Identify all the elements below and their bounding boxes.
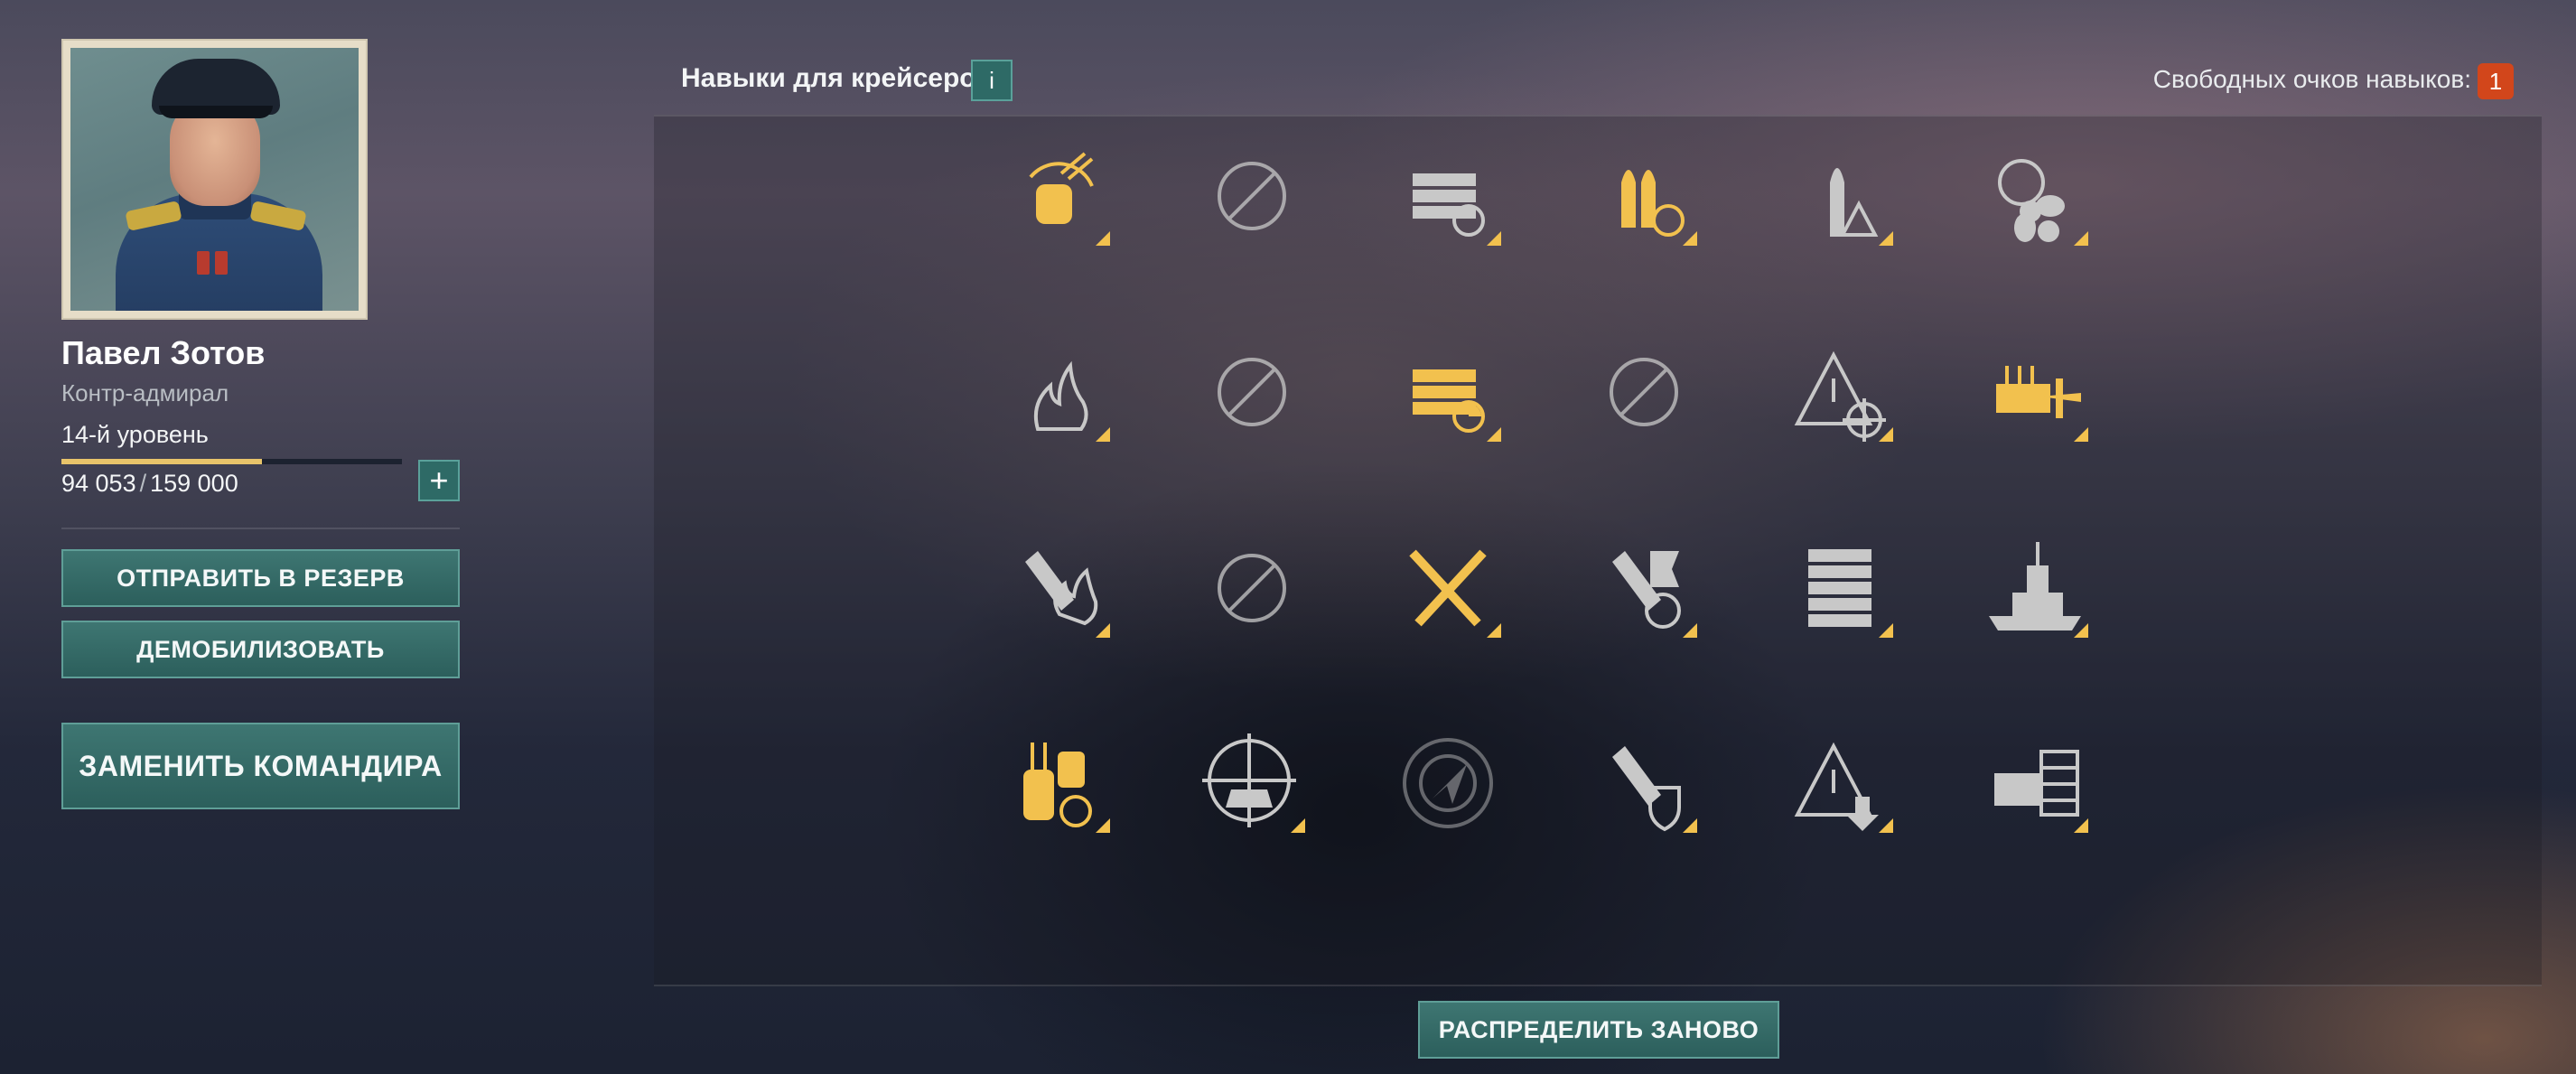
commander-level: 14-й уровень [61, 421, 209, 448]
skills-title: Навыки для крейсеров [681, 63, 994, 93]
divider [61, 528, 460, 529]
battleship-icon[interactable] [1976, 529, 2094, 647]
add-xp-button[interactable]: + [418, 460, 460, 501]
commander-name: Павел Зотов [61, 334, 266, 371]
rack-stack-icon[interactable] [1781, 529, 1899, 647]
propeller-helm-icon[interactable] [1976, 137, 2094, 255]
send-to-reserve-button[interactable]: ОТПРАВИТЬ В РЕЗЕРВ [61, 549, 460, 607]
info-button[interactable]: i [971, 60, 1013, 101]
free-points-badge: 1 [2478, 63, 2514, 99]
disabled-skill-icon[interactable] [1193, 137, 1311, 255]
demobilize-button[interactable]: ДЕМОБИЛИЗОВАТЬ [61, 621, 460, 678]
rotating-turret-icon[interactable] [998, 137, 1115, 255]
xp-separator: / [139, 470, 147, 497]
disabled-skill-icon[interactable] [1193, 333, 1311, 451]
rack-timer-icon[interactable] [1389, 333, 1507, 451]
replace-commander-button[interactable]: ЗАМЕНИТЬ КОМАНДИРА [61, 723, 460, 809]
xp-current: 94 053 [61, 470, 136, 497]
xp-progress-bar [61, 459, 402, 464]
xp-total: 159 000 [150, 470, 238, 497]
ship-crosshair-icon[interactable] [1193, 724, 1311, 842]
fire-icon[interactable] [998, 333, 1115, 451]
fire-shield-icon[interactable] [1585, 724, 1703, 842]
xp-progress-fill [61, 459, 263, 464]
shells-reload-icon[interactable] [1585, 137, 1703, 255]
disabled-skill-icon[interactable] [1585, 333, 1703, 451]
disabled-skill-icon[interactable] [1193, 529, 1311, 647]
turrets-reload-icon[interactable] [998, 724, 1115, 842]
commander-rank: Контр-адмирал [61, 379, 229, 406]
portrait-image [70, 48, 359, 311]
aa-gun-plane-icon[interactable] [1976, 333, 2094, 451]
warning-crosshair-icon[interactable] [1781, 333, 1899, 451]
commander-portrait[interactable] [61, 39, 368, 320]
free-points-label: Свободных очков навыков: [2152, 65, 2471, 93]
shell-flag-icon[interactable] [1585, 529, 1703, 647]
warning-down-icon[interactable] [1781, 724, 1899, 842]
reload-rack-icon[interactable] [1389, 137, 1507, 255]
redistribute-button[interactable]: РАСПРЕДЕЛИТЬ ЗАНОВО [1418, 1001, 1779, 1059]
radar-compass-icon[interactable] [1389, 724, 1507, 842]
gun-mount-icon[interactable] [1976, 724, 2094, 842]
shell-warning-icon[interactable] [1781, 137, 1899, 255]
xp-text: 94 053/159 000 [61, 470, 238, 498]
fire-shell-icon[interactable] [998, 529, 1115, 647]
crossed-torpedoes-icon[interactable] [1389, 529, 1507, 647]
